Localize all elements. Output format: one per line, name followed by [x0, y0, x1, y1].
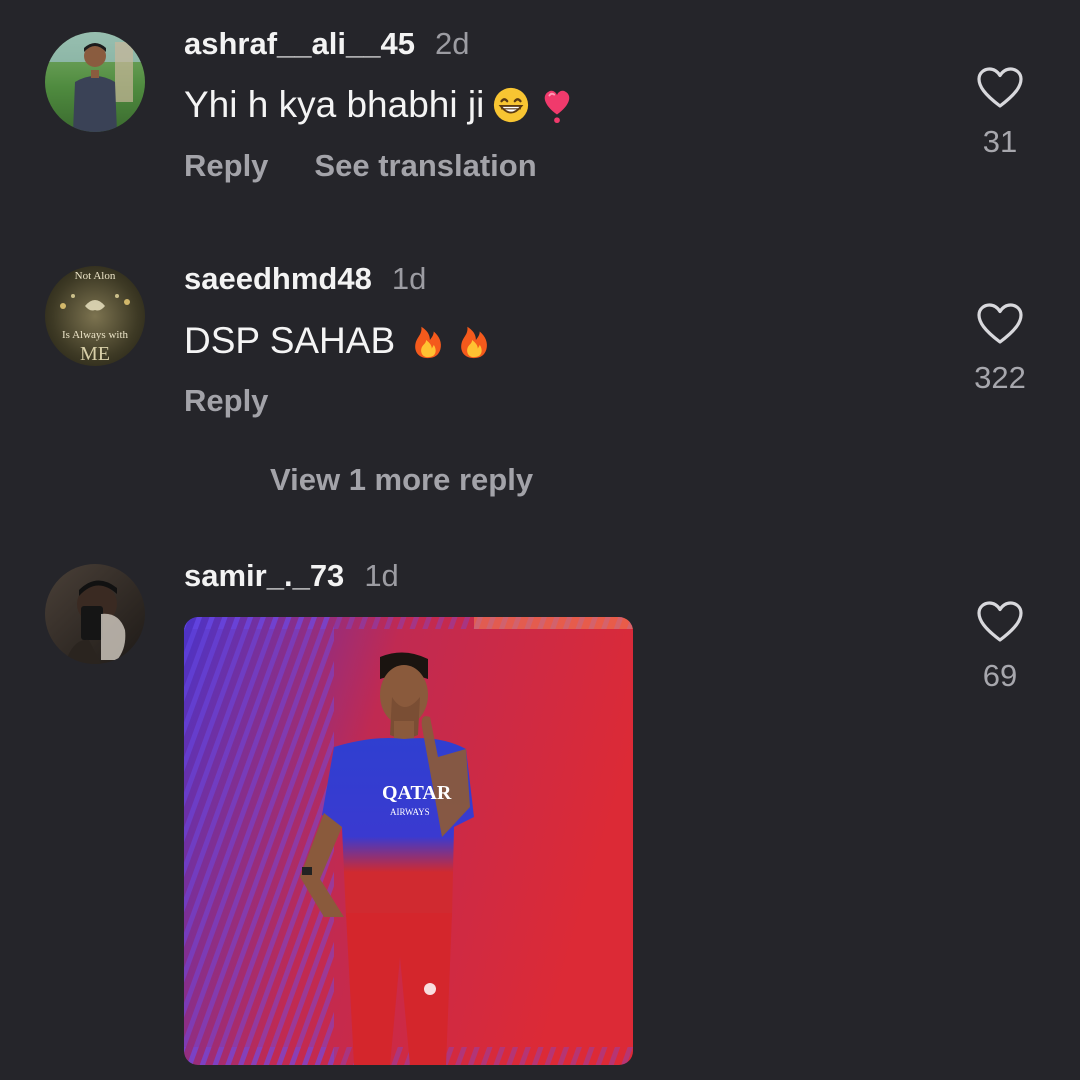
timestamp: 2d — [434, 26, 470, 61]
comment-meta: samir_._73 1d — [184, 558, 399, 594]
comment-gif-image[interactable]: QATAR AIRWAYS — [184, 617, 633, 1065]
like-control: 31 — [960, 66, 1040, 160]
jersey-sponsor-subtext: AIRWAYS — [390, 807, 430, 817]
comments-list: ashraf__ali__45 2d Yhi h kya bhabhi ji R… — [0, 0, 1080, 1080]
fire-icon — [455, 322, 493, 360]
comment-text: Yhi h kya bhabhi ji — [184, 84, 576, 126]
jersey-sponsor-text: QATAR — [382, 782, 452, 804]
comment-meta: ashraf__ali__45 2d — [184, 26, 469, 62]
timestamp: 1d — [364, 558, 399, 593]
username[interactable]: saeedhmd48 — [184, 261, 372, 297]
avatar[interactable] — [45, 564, 145, 664]
avatar-text-bottom: ME — [80, 343, 110, 365]
comment-actions: Reply — [184, 383, 268, 419]
like-count: 69 — [982, 658, 1018, 693]
grinning-face-icon — [492, 86, 530, 124]
see-translation-button[interactable]: See translation — [314, 148, 536, 184]
comment-body: Yhi h kya bhabhi ji — [184, 84, 485, 125]
heart-outline-icon[interactable] — [976, 66, 1024, 110]
like-count: 31 — [982, 124, 1018, 159]
comment-body: DSP SAHAB — [184, 320, 396, 361]
view-more-replies-button[interactable]: View 1 more reply — [270, 462, 533, 498]
avatar-text-top: Not Alon — [75, 270, 116, 282]
comment-meta: saeedhmd48 1d — [184, 261, 426, 297]
heart-outline-icon[interactable] — [976, 600, 1024, 644]
username[interactable]: samir_._73 — [184, 558, 344, 594]
heart-exclamation-icon — [538, 86, 576, 124]
heart-outline-icon[interactable] — [976, 302, 1024, 346]
avatar[interactable]: Not Alon Is Always with ME — [45, 266, 145, 366]
avatar[interactable] — [45, 32, 145, 132]
avatar-text-middle: Is Always with — [62, 329, 129, 341]
comment-text: DSP SAHAB — [184, 320, 493, 362]
reply-button[interactable]: Reply — [184, 383, 268, 419]
like-count: 322 — [974, 360, 1026, 395]
username[interactable]: ashraf__ali__45 — [184, 26, 415, 62]
timestamp: 1d — [391, 261, 427, 296]
comment-actions: Reply See translation — [184, 148, 537, 184]
reply-button[interactable]: Reply — [184, 148, 268, 184]
like-control: 69 — [960, 600, 1040, 694]
like-control: 322 — [960, 302, 1040, 396]
fire-icon — [409, 322, 447, 360]
